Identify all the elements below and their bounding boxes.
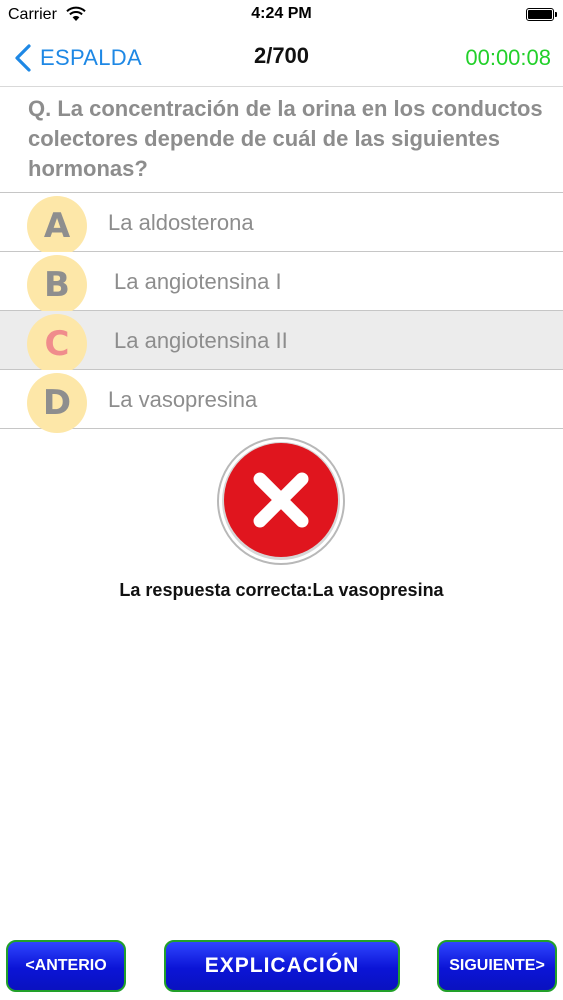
option-b[interactable]: B La angiotensina I (0, 252, 563, 315)
option-label: La angiotensina I (114, 269, 282, 294)
previous-button[interactable]: <ANTERIO (6, 940, 126, 992)
wrong-x-icon (217, 437, 345, 565)
status-bar: Carrier 4:24 PM (0, 0, 563, 30)
option-d[interactable]: D La vasopresina (0, 370, 563, 433)
option-badge: B (27, 255, 87, 315)
correct-answer-text: La respuesta correcta:La vasopresina (119, 580, 444, 600)
option-label: La aldosterona (108, 210, 254, 235)
battery-icon (526, 8, 557, 21)
nav-bar: ESPALDA 2/700 00:00:08 (0, 30, 563, 87)
clock-time: 4:24 PM (251, 5, 312, 22)
question-text: Q. La concentración de la orina en los c… (28, 96, 543, 181)
option-label: La angiotensina II (114, 328, 288, 353)
next-button[interactable]: SIGUIENTE> (437, 940, 557, 992)
quiz-timer: 00:00:08 (465, 45, 551, 70)
option-label: La vasopresina (108, 387, 258, 412)
option-c[interactable]: C La angiotensina II (0, 311, 563, 374)
option-badge: A (27, 196, 87, 256)
option-badge: D (27, 373, 87, 433)
explanation-button[interactable]: EXPLICACIÓN (164, 940, 400, 992)
option-badge: C (27, 314, 87, 374)
option-a[interactable]: A La aldosterona (0, 193, 563, 256)
